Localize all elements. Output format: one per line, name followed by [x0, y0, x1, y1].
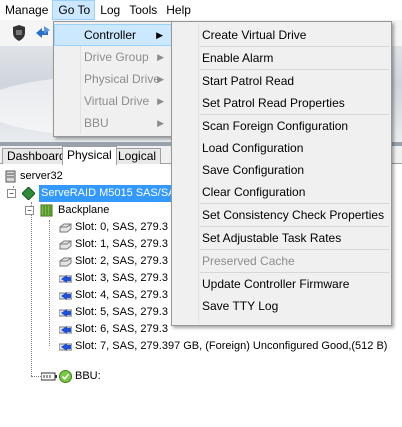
- menu-log[interactable]: Log: [95, 0, 124, 20]
- slot-label: Slot: 6, SAS, 279.3: [75, 323, 168, 335]
- slot-label: Slot: 3, SAS, 279.3: [75, 272, 168, 284]
- menu-bar: Manage Go To Log Tools Help: [0, 0, 402, 20]
- tab-physical[interactable]: Physical: [62, 146, 117, 165]
- slot-label: Slot: 1, SAS, 279.3: [75, 238, 168, 250]
- server-icon: [4, 170, 17, 183]
- collapse-toggle[interactable]: −: [25, 206, 34, 215]
- bbu-label: BBU:: [75, 370, 101, 382]
- controller-item-save-configuration[interactable]: Save Configuration: [172, 159, 391, 181]
- backplane-label: Backplane: [58, 204, 110, 216]
- menu-tools[interactable]: Tools: [124, 0, 161, 20]
- controller-item-start-patrol-read[interactable]: Start Patrol Read: [172, 70, 391, 92]
- disk-icon: [59, 221, 72, 234]
- goto-item-virtual-drive[interactable]: Virtual Drive ▶: [54, 90, 172, 112]
- controller-item-set-adjustable-task-rates[interactable]: Set Adjustable Task Rates: [172, 227, 391, 249]
- menu-manage[interactable]: Manage: [0, 0, 52, 20]
- disk-icon: [58, 306, 73, 319]
- goto-menu: Controller ▶ Drive Group ▶ Physical Drive ▶ Vi…: [53, 21, 173, 137]
- disk-icon: [59, 238, 72, 251]
- controller-item-scan-foreign-configuration[interactable]: Scan Foreign Configuration: [172, 115, 391, 137]
- controller-icon: [21, 186, 36, 201]
- server-label: server32: [20, 170, 63, 182]
- controller-item-update-controller-firmware[interactable]: Update Controller Firmware: [172, 273, 391, 295]
- disk-icon: [58, 289, 73, 302]
- refresh-icon[interactable]: [34, 24, 52, 42]
- menu-item-label: BBU: [84, 116, 109, 130]
- goto-item-drive-group[interactable]: Drive Group ▶: [54, 46, 172, 68]
- slot-label: Slot: 0, SAS, 279.3: [75, 221, 168, 233]
- tab-dashboard[interactable]: Dashboard: [2, 148, 71, 164]
- menu-item-label: Controller: [84, 28, 137, 42]
- controller-item-clear-configuration[interactable]: Clear Configuration: [172, 181, 391, 203]
- goto-item-physical-drive[interactable]: Physical Drive ▶: [54, 68, 172, 90]
- disk-icon: [58, 340, 73, 353]
- menu-goto[interactable]: Go To: [52, 0, 96, 20]
- battery-icon: [40, 370, 57, 383]
- disk-icon: [58, 272, 73, 285]
- submenu-arrow-icon: ▶: [157, 52, 164, 62]
- goto-item-controller[interactable]: Controller ▶: [54, 24, 172, 46]
- submenu-arrow-icon: ▶: [157, 96, 164, 106]
- slot-label: Slot: 7, SAS, 279.397 GB, (Foreign) Unco…: [75, 340, 388, 352]
- slot-label: Slot: 2, SAS, 279.3: [75, 255, 168, 267]
- menu-item-label: Virtual Drive: [84, 94, 150, 108]
- controller-item-set-patrol-read-properties[interactable]: Set Patrol Read Properties: [172, 92, 391, 114]
- submenu-arrow-icon: ▶: [157, 118, 164, 128]
- controller-item-enable-alarm[interactable]: Enable Alarm: [172, 47, 391, 69]
- tab-logical[interactable]: Logical: [113, 148, 162, 164]
- backplane-icon: [40, 204, 53, 217]
- disk-icon: [58, 323, 73, 336]
- menu-help[interactable]: Help: [161, 0, 195, 20]
- submenu-arrow-icon: ▶: [157, 74, 164, 84]
- controller-item-load-configuration[interactable]: Load Configuration: [172, 137, 391, 159]
- check-icon: [59, 370, 72, 383]
- slot-label: Slot: 5, SAS, 279.3: [75, 306, 168, 318]
- controller-submenu: Create Virtual Drive Enable Alarm Start Pa…: [171, 21, 392, 326]
- controller-item-preserved-cache[interactable]: Preserved Cache: [172, 250, 391, 272]
- collapse-toggle[interactable]: −: [7, 189, 16, 198]
- slot-label: Slot: 4, SAS, 279.3: [75, 289, 168, 301]
- controller-label: ServeRAID M5015 SAS/SAT: [39, 185, 184, 202]
- disk-icon: [59, 255, 72, 268]
- controller-item-create-virtual-drive[interactable]: Create Virtual Drive: [172, 24, 391, 46]
- goto-item-bbu[interactable]: BBU ▶: [54, 112, 172, 134]
- controller-item-save-tty-log[interactable]: Save TTY Log: [172, 295, 391, 317]
- shield-icon[interactable]: [10, 24, 28, 42]
- menu-item-label: Drive Group: [84, 50, 149, 64]
- submenu-arrow-icon: ▶: [156, 30, 163, 40]
- menu-item-label: Physical Drive: [84, 72, 161, 86]
- controller-item-set-consistency-check-properties[interactable]: Set Consistency Check Properties: [172, 204, 391, 226]
